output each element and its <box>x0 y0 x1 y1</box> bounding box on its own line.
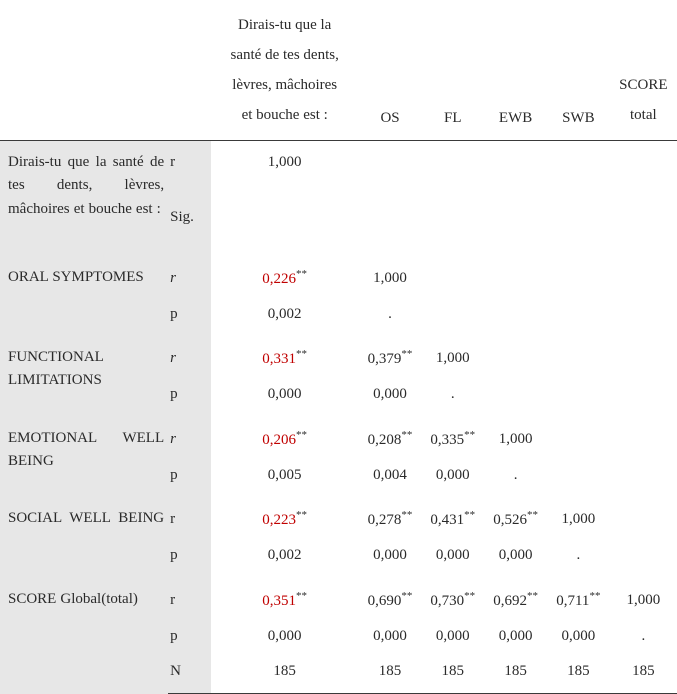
row4-r-c4: 1,000 <box>484 417 547 458</box>
row6-r-c1: 0,351** <box>211 578 359 619</box>
header-blank-stat <box>168 0 211 141</box>
table-row: SCORE Global(total) r 0,351** 0,690** 0,… <box>0 578 677 619</box>
row3-p-c2: 0,000 <box>359 377 422 416</box>
header-col4: EWB <box>484 0 547 141</box>
header-blank-rowlabel <box>0 0 168 141</box>
row2-p-c1: 0,002 <box>211 297 359 336</box>
row4-p-c3: 0,000 <box>421 458 484 497</box>
header-col3: FL <box>421 0 484 141</box>
header-col5: SWB <box>547 0 610 141</box>
row2-p-c2: . <box>359 297 422 336</box>
row3-p-c3: . <box>421 377 484 416</box>
row6-label: SCORE Global(total) <box>0 578 168 694</box>
row5-p-c4: 0,000 <box>484 538 547 577</box>
header-col1-l4: et bouche est : <box>242 107 328 123</box>
row1-stat-r: r <box>168 141 211 181</box>
row4-p-c4: . <box>484 458 547 497</box>
row6-r-c4: 0,692** <box>484 578 547 619</box>
row5-r-c4: 0,526** <box>484 497 547 538</box>
row5-r-c5: 1,000 <box>547 497 610 538</box>
row4-stat-r: r <box>168 417 211 458</box>
row5-p-c2: 0,000 <box>359 538 422 577</box>
row5-p-c5: . <box>547 538 610 577</box>
row4-r-c3: 0,335** <box>421 417 484 458</box>
row4-label: EMOTIONAL WELL BEING <box>0 417 168 498</box>
row2-label: ORAL SYMPTOMES <box>0 256 168 337</box>
row2-stat-r: r <box>168 256 211 297</box>
row6-n-c2: 185 <box>359 654 422 694</box>
header-col6: SCORE total <box>610 0 677 141</box>
correlation-table: Dirais-tu que la santé de tes dents, lèv… <box>0 0 677 694</box>
row6-n-c5: 185 <box>547 654 610 694</box>
header-col6-l1: SCORE <box>619 77 667 93</box>
row4-p-c1: 0,005 <box>211 458 359 497</box>
row6-r-c5: 0,711** <box>547 578 610 619</box>
header-col1: Dirais-tu que la santé de tes dents, lèv… <box>211 0 359 141</box>
row6-p-c2: 0,000 <box>359 619 422 654</box>
table-row: SOCIAL WELL BEING r 0,223** 0,278** 0,43… <box>0 497 677 538</box>
header-col6-l2: total <box>630 107 657 123</box>
row2-r-c2: 1,000 <box>359 256 422 297</box>
row5-r-c1: 0,223** <box>211 497 359 538</box>
row3-label: FUNCTIONAL LIMITATIONS <box>0 336 168 417</box>
row1-stat-sig: Sig. <box>168 180 211 255</box>
table-row: Dirais-tu que la santé de tes dents, lèv… <box>0 141 677 181</box>
row5-stat-r: r <box>168 497 211 538</box>
header-row: Dirais-tu que la santé de tes dents, lèv… <box>0 0 677 141</box>
row6-n-c3: 185 <box>421 654 484 694</box>
row6-p-c6: . <box>610 619 677 654</box>
row4-r-c1: 0,206** <box>211 417 359 458</box>
row4-r-c2: 0,208** <box>359 417 422 458</box>
row2-r-c1: 0,226** <box>211 256 359 297</box>
row6-stat-n: N <box>168 654 211 694</box>
row6-p-c5: 0,000 <box>547 619 610 654</box>
table-row: EMOTIONAL WELL BEING r 0,206** 0,208** 0… <box>0 417 677 458</box>
header-col2: OS <box>359 0 422 141</box>
correlation-table-page: Dirais-tu que la santé de tes dents, lèv… <box>0 0 677 694</box>
row3-r-c3: 1,000 <box>421 336 484 377</box>
row6-stat-p: p <box>168 619 211 654</box>
row1-r-c1: 1,000 <box>211 141 359 181</box>
row1-label: Dirais-tu que la santé de tes dents, lèv… <box>0 141 168 256</box>
header-col1-l1: Dirais-tu que la <box>238 17 331 33</box>
row5-r-c2: 0,278** <box>359 497 422 538</box>
row6-r-c6: 1,000 <box>610 578 677 619</box>
row6-n-c4: 185 <box>484 654 547 694</box>
header-col1-l3: lèvres, mâchoires <box>232 77 337 93</box>
row5-r-c3: 0,431** <box>421 497 484 538</box>
row2-stat-p: p <box>168 297 211 336</box>
row5-p-c3: 0,000 <box>421 538 484 577</box>
table-row: FUNCTIONAL LIMITATIONS r 0,331** 0,379**… <box>0 336 677 377</box>
row3-r-c1: 0,331** <box>211 336 359 377</box>
row4-stat-p: p <box>168 458 211 497</box>
row5-stat-p: p <box>168 538 211 577</box>
table-row: ORAL SYMPTOMES r 0,226** 1,000 <box>0 256 677 297</box>
row4-p-c2: 0,004 <box>359 458 422 497</box>
row6-stat-r: r <box>168 578 211 619</box>
row5-label: SOCIAL WELL BEING <box>0 497 168 578</box>
row6-r-c3: 0,730** <box>421 578 484 619</box>
header-col1-l2: santé de tes dents, <box>231 47 339 63</box>
row6-p-c3: 0,000 <box>421 619 484 654</box>
row6-n-c1: 185 <box>211 654 359 694</box>
row6-r-c2: 0,690** <box>359 578 422 619</box>
row3-stat-r: r <box>168 336 211 377</box>
row6-p-c4: 0,000 <box>484 619 547 654</box>
row3-r-c2: 0,379** <box>359 336 422 377</box>
row6-n-c6: 185 <box>610 654 677 694</box>
row5-p-c1: 0,002 <box>211 538 359 577</box>
row3-stat-p: p <box>168 377 211 416</box>
row6-p-c1: 0,000 <box>211 619 359 654</box>
row3-p-c1: 0,000 <box>211 377 359 416</box>
